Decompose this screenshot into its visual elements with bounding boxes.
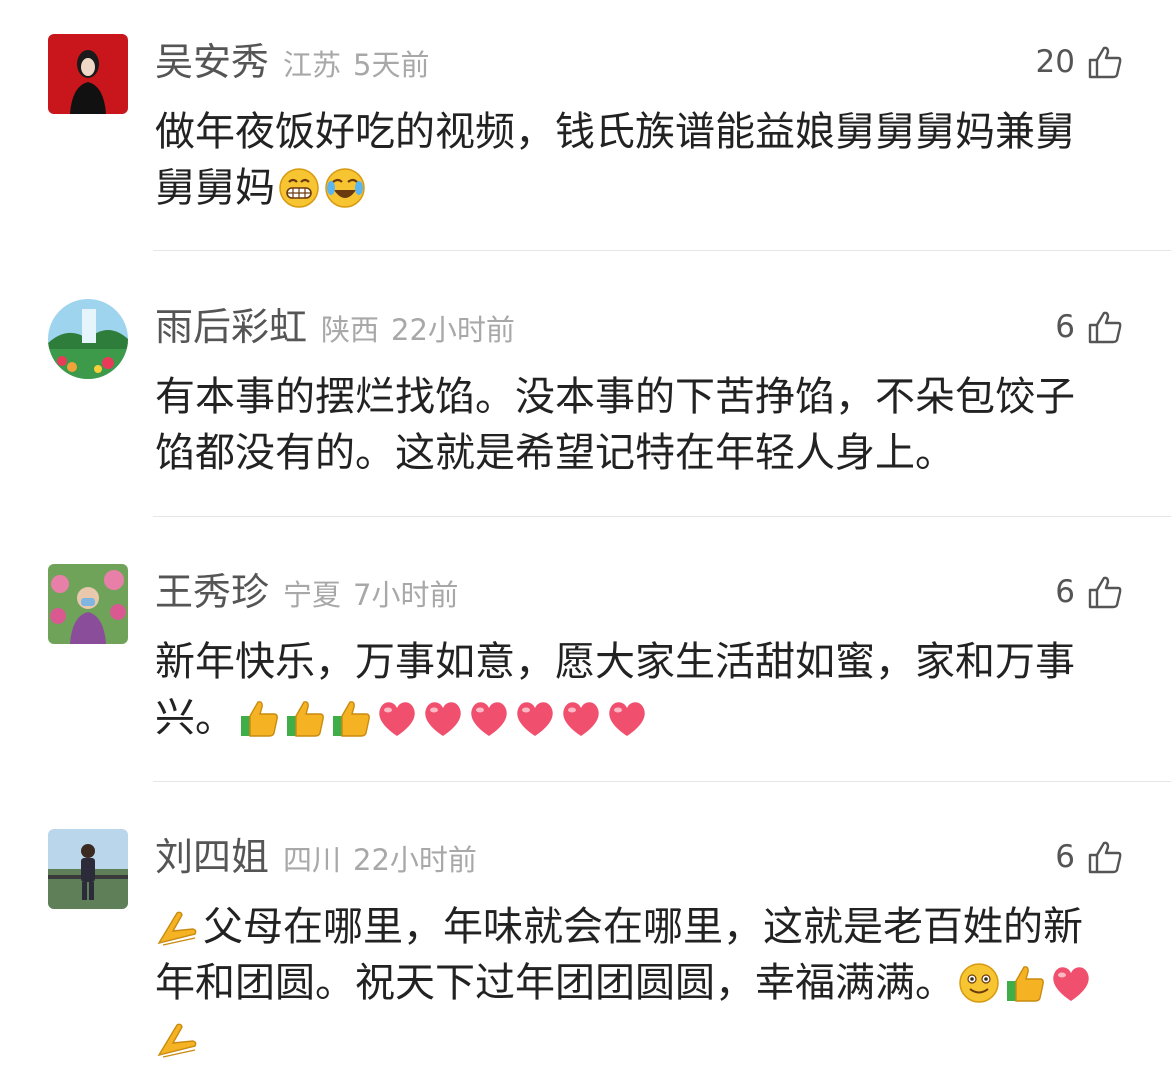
comment-line: 馅都没有的。这就是希望记特在年轻人身上。 — [155, 430, 955, 476]
timestamp: 5天前 — [353, 48, 430, 82]
comment-line: 舅舅妈 — [155, 165, 275, 211]
avatar-person-outdoors-icon — [48, 829, 128, 909]
avatar-woman-mask-flowers-icon — [48, 564, 128, 644]
thumbs-up-emoji-icon — [237, 696, 281, 740]
thumbs-up-outline-icon — [1088, 311, 1122, 344]
comment-line: 做年夜饭好吃的视频，钱氏族谱能益娘舅舅舅妈兼舅 — [155, 109, 1075, 155]
avatar[interactable] — [48, 564, 128, 644]
heart-emoji-icon — [1049, 961, 1093, 1005]
username[interactable]: 王秀珍 — [155, 566, 269, 618]
comment-header: 刘四姐 四川 22小时前 — [155, 831, 477, 883]
heart-emoji-icon — [605, 696, 649, 740]
heart-emoji-icon — [467, 696, 511, 740]
timestamp: 7小时前 — [353, 578, 459, 612]
comment-text: 新年快乐，万事如意，愿大家生活甜如蜜，家和万事 兴。 — [155, 634, 1125, 746]
comment-list: 吴安秀 江苏 5天前 20 做年夜饭好吃的视频，钱氏族谱能益娘舅舅舅妈兼舅 舅舅… — [0, 0, 1171, 1080]
smile-emoji-icon — [957, 961, 1001, 1005]
thumbs-up-emoji-icon — [329, 696, 373, 740]
avatar[interactable] — [48, 299, 128, 379]
username[interactable]: 雨后彩虹 — [155, 301, 307, 353]
comment-header: 王秀珍 宁夏 7小时前 — [155, 566, 458, 618]
timestamp: 22小时前 — [391, 313, 515, 347]
comment-text: 有本事的摆烂找馅。没本事的下苦挣馅，不朵包饺子 馅都没有的。这就是希望记特在年轻… — [155, 369, 1125, 481]
timestamp: 22小时前 — [353, 843, 477, 877]
avatar-red-woman-icon — [48, 34, 128, 114]
pray-emoji-icon — [155, 905, 199, 949]
like-button[interactable]: 6 — [1055, 305, 1123, 349]
like-count: 6 — [1055, 309, 1075, 345]
location: 四川 — [283, 843, 342, 877]
pray-emoji-icon — [155, 1017, 199, 1061]
thumbs-up-outline-icon — [1088, 46, 1122, 79]
like-count: 6 — [1055, 574, 1075, 610]
comment-line: 新年快乐，万事如意，愿大家生活甜如蜜，家和万事 — [155, 639, 1075, 685]
like-button[interactable]: 6 — [1055, 570, 1123, 614]
username[interactable]: 吴安秀 — [155, 36, 269, 88]
like-count: 6 — [1055, 839, 1075, 875]
divider — [153, 781, 1171, 782]
heart-emoji-icon — [375, 696, 419, 740]
heart-emoji-icon — [421, 696, 465, 740]
location: 江苏 — [283, 48, 342, 82]
comment-text: 做年夜饭好吃的视频，钱氏族谱能益娘舅舅舅妈兼舅 舅舅妈 — [155, 104, 1125, 216]
avatar[interactable] — [48, 829, 128, 909]
thumbs-up-emoji-icon — [1003, 961, 1047, 1005]
comment-line: 年和团圆。祝天下过年团团圆圆，幸福满满。 — [155, 960, 955, 1006]
location: 宁夏 — [283, 578, 342, 612]
thumbs-up-outline-icon — [1088, 841, 1122, 874]
comment-text: 父母在哪里，年味就会在哪里，这就是老百姓的新 年和团圆。祝天下过年团团圆圆，幸福… — [155, 899, 1125, 1067]
like-button[interactable]: 6 — [1055, 835, 1123, 879]
laugh-cry-emoji-icon — [323, 166, 367, 210]
thumbs-up-outline-icon — [1088, 576, 1122, 609]
like-count: 20 — [1035, 44, 1075, 80]
heart-emoji-icon — [559, 696, 603, 740]
username[interactable]: 刘四姐 — [155, 831, 269, 883]
comment-line: 兴。 — [155, 695, 235, 741]
location: 陕西 — [321, 313, 380, 347]
thumbs-up-emoji-icon — [283, 696, 327, 740]
comment-line: 有本事的摆烂找馅。没本事的下苦挣馅，不朵包饺子 — [155, 374, 1075, 420]
comment-line: 父母在哪里，年味就会在哪里，这就是老百姓的新 — [203, 904, 1083, 950]
avatar[interactable] — [48, 34, 128, 114]
grin-emoji-icon — [277, 166, 321, 210]
avatar-landscape-painting-icon — [48, 299, 128, 379]
comment-header: 雨后彩虹 陕西 22小时前 — [155, 301, 515, 353]
like-button[interactable]: 20 — [1036, 40, 1123, 84]
comment-header: 吴安秀 江苏 5天前 — [155, 36, 429, 88]
divider — [153, 250, 1171, 251]
divider — [153, 516, 1171, 517]
heart-emoji-icon — [513, 696, 557, 740]
